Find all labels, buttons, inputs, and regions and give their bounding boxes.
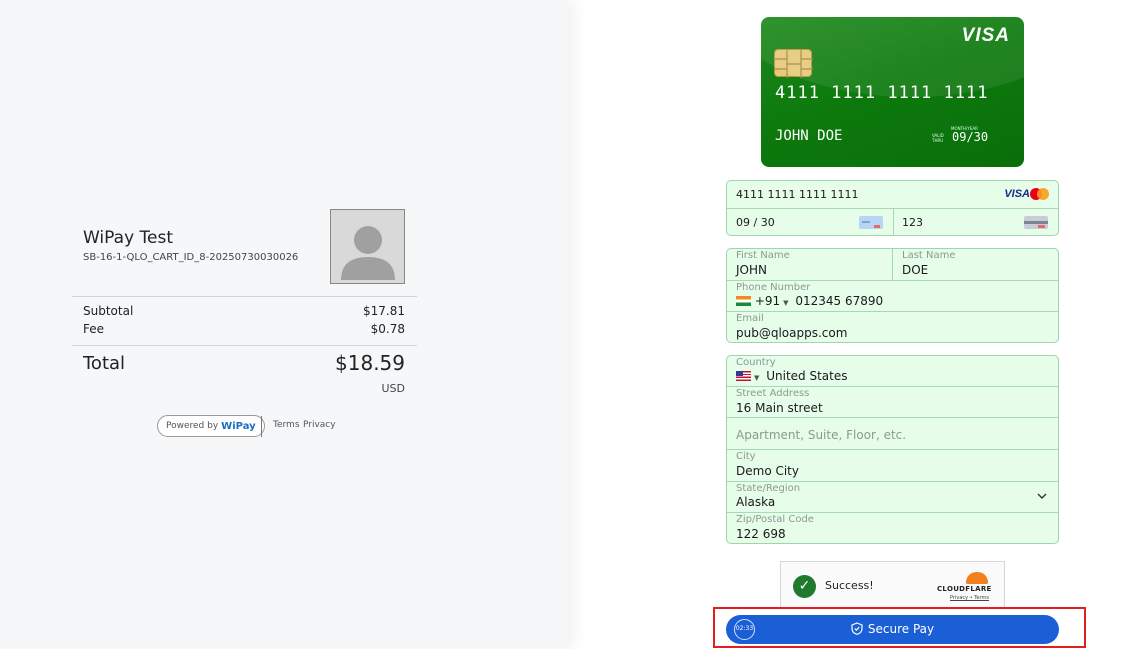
captcha-status: Success!: [825, 579, 874, 592]
street-field[interactable]: 16 Main street: [736, 401, 823, 415]
cloudflare-wordmark: CLOUDFLARE: [937, 585, 992, 593]
merchant-name: WiPay Test: [83, 228, 174, 248]
state-label: State/Region: [736, 483, 801, 494]
currency-label: USD: [381, 382, 405, 395]
captcha-links[interactable]: Privacy • Terms: [950, 595, 989, 601]
avatar-icon: [330, 209, 405, 284]
card-number-value[interactable]: 4111 1111 1111 1111: [736, 188, 858, 201]
cvv-field[interactable]: 123: [902, 216, 923, 229]
street-label: Street Address: [736, 388, 810, 399]
shield-check-icon: [851, 622, 863, 638]
city-field[interactable]: Demo City: [736, 464, 799, 478]
card-front-icon: [859, 216, 883, 229]
email-label: Email: [736, 313, 764, 324]
chip-icon: [774, 49, 813, 78]
mastercard-icon: [1030, 188, 1049, 200]
footer-separator: [261, 416, 262, 437]
card-preview-expiry: 09/30: [952, 130, 989, 144]
phone-number[interactable]: 012345 67890: [795, 294, 883, 308]
chevron-down-icon: ▼: [754, 374, 760, 382]
email-field[interactable]: pub@qloapps.com: [736, 326, 847, 340]
divider: [72, 345, 417, 346]
city-row: City Demo City: [727, 450, 1058, 482]
secure-pay-text: Secure Pay: [867, 622, 935, 636]
email-row: Email pub@qloapps.com: [727, 312, 1058, 342]
zip-label: Zip/Postal Code: [736, 514, 814, 525]
india-flag-icon[interactable]: [736, 296, 751, 306]
street-row: Street Address 16 Main street: [727, 387, 1058, 418]
first-name-field[interactable]: JOHN: [736, 263, 767, 277]
checkmark-icon: ✓: [793, 575, 816, 598]
phone-field[interactable]: +91 ▼ 012345 67890: [736, 294, 883, 308]
chevron-down-icon[interactable]: [1037, 492, 1047, 500]
country-row[interactable]: Country ▼ United States: [727, 356, 1058, 387]
country-value: United States: [766, 369, 848, 383]
powered-by-text: Powered by: [166, 421, 219, 431]
terms-link[interactable]: Terms: [273, 420, 300, 430]
expiry-cvv-row: 09 / 30 123: [727, 209, 1058, 235]
zip-field[interactable]: 122 698: [736, 527, 786, 541]
fee-value: $0.78: [370, 322, 405, 336]
privacy-link[interactable]: Privacy: [303, 420, 336, 430]
country-select[interactable]: ▼ United States: [736, 369, 847, 383]
phone-label: Phone Number: [736, 282, 811, 293]
contact-fields-group: First Name JOHN Last Name DOE Phone Numb…: [726, 248, 1059, 343]
state-select[interactable]: Alaska: [736, 495, 775, 509]
phone-code[interactable]: +91: [755, 294, 780, 308]
secure-pay-label: Secure Pay: [726, 622, 1059, 638]
us-flag-icon: [736, 371, 751, 381]
card-preview-number: 4111 1111 1111 1111: [775, 83, 989, 103]
visa-logo: VISA: [961, 25, 1010, 46]
first-name-label: First Name: [736, 250, 790, 261]
chevron-down-icon[interactable]: ▼: [783, 299, 788, 307]
card-fields-group: 4111 1111 1111 1111 VISA 09 / 30 123: [726, 180, 1059, 236]
total-value: $18.59: [335, 351, 405, 375]
card-preview-holder: JOHN DOE: [775, 128, 843, 144]
subtotal-label: Subtotal: [83, 304, 134, 318]
name-row: First Name JOHN Last Name DOE: [727, 249, 1058, 281]
apartment-row[interactable]: Apartment, Suite, Floor, etc.: [727, 418, 1058, 450]
card-back-icon: [1024, 216, 1048, 229]
cloud-icon: [966, 572, 988, 584]
country-label: Country: [736, 357, 776, 368]
card-preview: VISA 4111 1111 1111 1111 JOHN DOE VALID …: [761, 17, 1024, 167]
total-label: Total: [83, 353, 126, 374]
last-name-label: Last Name: [902, 250, 956, 261]
state-row[interactable]: State/Region Alaska: [727, 482, 1058, 513]
card-number-field[interactable]: 4111 1111 1111 1111 VISA: [727, 181, 1058, 209]
address-fields-group: Country ▼ United States Street Address 1…: [726, 355, 1059, 544]
subtotal-value: $17.81: [363, 304, 405, 318]
secure-pay-button[interactable]: 02:33 Secure Pay: [726, 615, 1059, 644]
order-id: SB-16-1-QLO_CART_ID_8-20250730030026: [83, 252, 299, 263]
apartment-field[interactable]: Apartment, Suite, Floor, etc.: [736, 428, 906, 442]
last-name-field[interactable]: DOE: [902, 263, 928, 277]
order-summary-panel: WiPay Test SB-16-1-QLO_CART_ID_8-2025073…: [0, 0, 568, 649]
zip-row: Zip/Postal Code 122 698: [727, 513, 1058, 543]
visa-icon: VISA: [1004, 188, 1030, 200]
wipay-brand: WiPay: [221, 420, 256, 432]
field-divider: [892, 249, 893, 281]
city-label: City: [736, 451, 756, 462]
valid-thru-label: VALID THRU: [932, 133, 944, 143]
powered-by-badge[interactable]: Powered by WiPay: [157, 415, 265, 437]
field-divider: [893, 209, 894, 235]
fee-label: Fee: [83, 322, 105, 336]
captcha-widget[interactable]: ✓ Success! CLOUDFLARE Privacy • Terms: [780, 561, 1005, 608]
phone-row: Phone Number +91 ▼ 012345 67890: [727, 281, 1058, 312]
divider: [72, 296, 417, 297]
cloudflare-logo: CLOUDFLARE Privacy • Terms: [937, 572, 993, 602]
expiry-field[interactable]: 09 / 30: [736, 216, 775, 229]
